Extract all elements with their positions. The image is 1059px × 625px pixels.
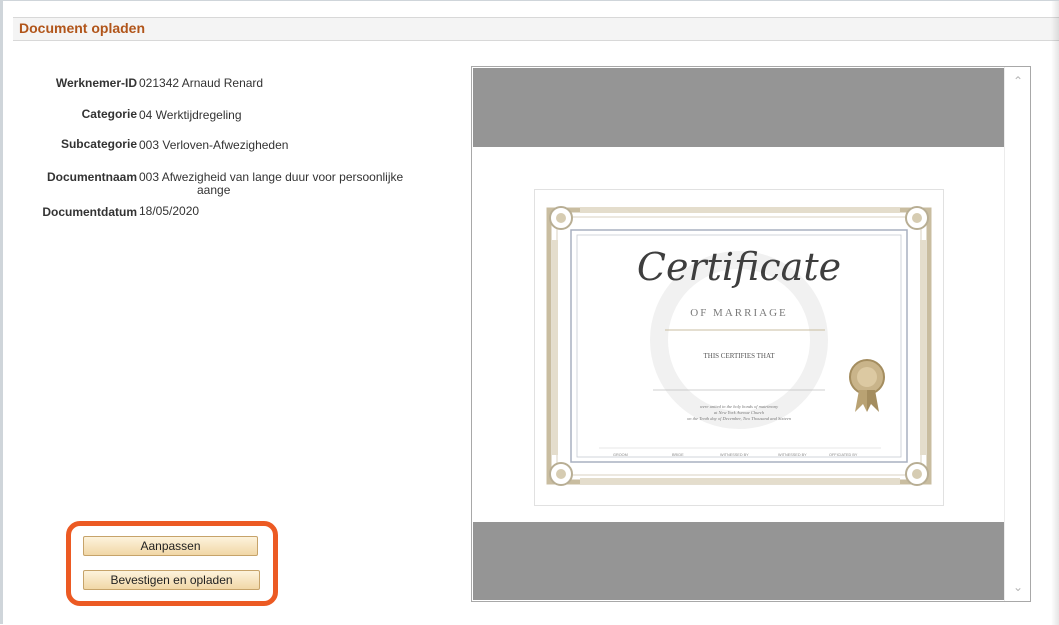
document-name-line1: 003 Afwezigheid van lange duur voor pers… bbox=[139, 170, 404, 184]
certificate-title: Certificate bbox=[637, 245, 841, 289]
viewer-page: Certificate OF MARRIAGE THIS CERTIFIES T… bbox=[473, 147, 1004, 522]
page-title: Document opladen bbox=[19, 20, 146, 36]
scroll-up-icon[interactable]: ⌃ bbox=[1012, 75, 1024, 87]
page-frame: Document opladen Werknemer-ID 021342 Arn… bbox=[0, 0, 1059, 625]
confirm-upload-button[interactable]: Bevestigen en opladen bbox=[83, 570, 260, 590]
signature-officiant: OFFICIATED BY bbox=[829, 453, 858, 457]
viewer-scrollbar[interactable]: ⌃ ⌄ bbox=[1004, 67, 1030, 601]
category-value: 04 Werktijdregeling bbox=[139, 108, 242, 122]
document-name-line2: aange bbox=[197, 183, 231, 197]
category-label: Categorie bbox=[81, 107, 137, 121]
adjust-button[interactable]: Aanpassen bbox=[83, 536, 258, 556]
window-edge-shadow bbox=[1051, 1, 1059, 625]
certificate-body-1: were united in the holy bonds of matrimo… bbox=[700, 404, 778, 409]
document-date-label: Documentdatum bbox=[42, 205, 137, 219]
document-name-value: 003 Afwezigheid van lange duur voor pers… bbox=[139, 171, 403, 197]
document-name-label: Documentnaam bbox=[46, 170, 137, 184]
page-header: Document opladen bbox=[13, 17, 1059, 41]
viewer-bottom-margin bbox=[473, 522, 1004, 600]
employee-id-value: 021342 Arnaud Renard bbox=[139, 76, 264, 90]
signature-groom: GROOM bbox=[613, 453, 628, 457]
subcategory-label: Subcategorie bbox=[60, 137, 137, 151]
signature-bride: BRIDE bbox=[672, 453, 684, 457]
button-highlight bbox=[66, 521, 278, 606]
certificate-certifies: THIS CERTIFIES THAT bbox=[703, 352, 775, 360]
certificate-svg: Certificate OF MARRIAGE THIS CERTIFIES T… bbox=[546, 206, 932, 486]
certificate-subtitle: OF MARRIAGE bbox=[690, 307, 787, 319]
employee-id-label: Werknemer-ID bbox=[55, 76, 137, 90]
certificate-body-2: at New York Avenue Church bbox=[714, 410, 765, 415]
subcategory-value: 003 Verloven-Afwezigheden bbox=[139, 138, 289, 152]
certificate-image: Certificate OF MARRIAGE THIS CERTIFIES T… bbox=[534, 189, 944, 506]
signature-witness-1: WITNESSED BY bbox=[720, 453, 749, 457]
scroll-down-icon[interactable]: ⌄ bbox=[1012, 581, 1024, 593]
viewer-top-margin bbox=[473, 68, 1004, 147]
document-viewer[interactable]: Certificate OF MARRIAGE THIS CERTIFIES T… bbox=[471, 66, 1031, 602]
document-date-value: 18/05/2020 bbox=[139, 204, 200, 218]
signature-witness-2: WITNESSED BY bbox=[778, 453, 807, 457]
